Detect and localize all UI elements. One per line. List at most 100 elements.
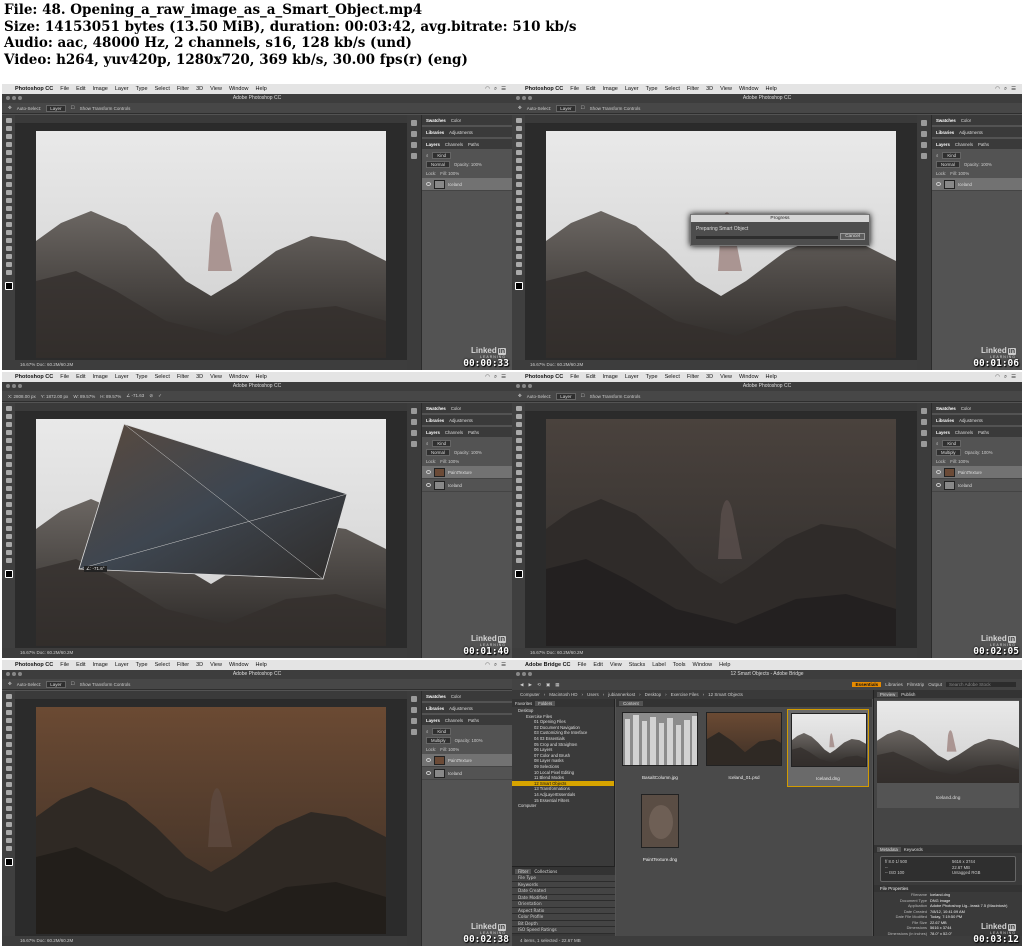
tab-publish[interactable]: Publish	[901, 692, 915, 697]
tab-filter[interactable]: Filter	[515, 868, 532, 874]
menu-select[interactable]: Select	[155, 374, 170, 380]
marquee-tool-icon[interactable]	[5, 126, 12, 131]
eraser-icon[interactable]	[515, 486, 522, 491]
menu-view[interactable]: View	[720, 86, 732, 92]
opacity-field[interactable]: Opacity: 100%	[455, 738, 483, 743]
dodge-icon[interactable]	[515, 510, 522, 515]
history-icon[interactable]	[921, 408, 927, 414]
document-canvas[interactable]	[15, 124, 407, 360]
workspace-libraries[interactable]: Libraries	[885, 682, 903, 687]
brush-icon[interactable]	[5, 462, 12, 467]
type-icon[interactable]	[5, 238, 12, 243]
menu-image[interactable]: Image	[93, 86, 108, 92]
wifi-icon[interactable]: ◠	[485, 662, 490, 669]
history-brush-icon[interactable]	[5, 190, 12, 195]
menu-layer[interactable]: Layer	[115, 86, 129, 92]
tab-swatches[interactable]: Swatches	[936, 406, 956, 411]
history-brush-icon[interactable]	[515, 478, 522, 483]
filter-item[interactable]: ISO Speed Ratings	[512, 927, 615, 934]
properties-icon[interactable]	[411, 707, 417, 713]
document-canvas[interactable]	[15, 700, 407, 936]
opacity-field[interactable]: Opacity: 100%	[965, 450, 993, 455]
breadcrumb-item[interactable]: Computer	[520, 692, 540, 697]
kind-filter[interactable]: Kind	[432, 152, 452, 159]
breadcrumb-item[interactable]: 12 Smart Objects	[708, 692, 743, 697]
menu-view[interactable]: View	[210, 374, 222, 380]
opacity-field[interactable]: Opacity: 100%	[454, 450, 482, 455]
path-select-icon[interactable]	[5, 822, 12, 827]
kind-filter[interactable]: Kind	[942, 152, 962, 159]
tab-color[interactable]: Color	[451, 694, 461, 699]
quick-select-icon[interactable]	[515, 142, 522, 147]
gradient-icon[interactable]	[515, 206, 522, 211]
search-input[interactable]: Search Adobe Stock	[946, 682, 1016, 687]
eyedropper-icon[interactable]	[5, 446, 12, 451]
cancel-button[interactable]: Cancel	[840, 233, 865, 240]
blend-mode-select[interactable]: Normal	[426, 161, 450, 168]
lasso-tool-icon[interactable]	[5, 710, 12, 715]
libraries-icon[interactable]	[921, 153, 927, 159]
menu-3d[interactable]: 3D	[196, 662, 203, 668]
menu-edit[interactable]: Edit	[586, 86, 595, 92]
layer-row[interactable]: Iceland	[932, 178, 1022, 191]
menu-edit[interactable]: Edit	[76, 662, 85, 668]
tab-paths[interactable]: Paths	[468, 718, 479, 723]
blur-icon[interactable]	[5, 214, 12, 219]
eye-icon[interactable]	[936, 470, 941, 474]
menu-edit[interactable]: Edit	[586, 374, 595, 380]
menu-bridge[interactable]: Adobe Bridge CC	[525, 662, 571, 668]
menu-filter[interactable]: Filter	[177, 86, 189, 92]
kind-filter[interactable]: Kind	[432, 440, 452, 447]
kind-filter[interactable]: Kind	[432, 728, 452, 735]
gradient-icon[interactable]	[5, 782, 12, 787]
menu-filter[interactable]: Filter	[177, 374, 189, 380]
shape-icon[interactable]	[5, 542, 12, 547]
stamp-icon[interactable]	[5, 758, 12, 763]
tab-metadata[interactable]: Metadata	[877, 846, 901, 852]
workspace-output[interactable]: Output	[928, 682, 942, 687]
blend-mode-select[interactable]: Normal	[426, 449, 450, 456]
file-properties-header[interactable]: File Properties	[874, 885, 1022, 892]
history-icon[interactable]	[411, 408, 417, 414]
path-select-icon[interactable]	[5, 534, 12, 539]
healing-icon[interactable]	[515, 454, 522, 459]
menu-photoshop[interactable]: Photoshop CC	[15, 374, 53, 380]
gradient-icon[interactable]	[5, 494, 12, 499]
spotlight-icon[interactable]: ⌕	[494, 374, 497, 381]
shape-icon[interactable]	[515, 542, 522, 547]
fill-field[interactable]: Fill: 100%	[440, 459, 459, 464]
breadcrumb-item[interactable]: Macintosh HD	[549, 692, 577, 697]
eye-icon[interactable]	[426, 182, 431, 186]
menu-file[interactable]: File	[570, 86, 579, 92]
brush-icon[interactable]	[5, 174, 12, 179]
thumbnail[interactable]: Iceland_01.psd	[703, 709, 785, 787]
menu-photoshop[interactable]: Photoshop CC	[525, 374, 563, 380]
menu-type[interactable]: Type	[136, 662, 148, 668]
commit-transform-icon[interactable]: ✓	[158, 393, 162, 399]
adjust-icon[interactable]	[411, 430, 417, 436]
zoom-icon[interactable]	[515, 270, 522, 275]
auto-select-dropdown[interactable]: Layer	[46, 680, 66, 688]
crop-tool-icon[interactable]	[515, 150, 522, 155]
eye-icon[interactable]	[426, 483, 431, 487]
type-icon[interactable]	[515, 526, 522, 531]
blur-icon[interactable]	[5, 502, 12, 507]
zoom-icon[interactable]	[515, 558, 522, 563]
menu-file[interactable]: File	[60, 374, 69, 380]
menu-select[interactable]: Select	[665, 86, 680, 92]
tab-adjustments[interactable]: Adjustments	[959, 130, 983, 135]
stamp-icon[interactable]	[515, 182, 522, 187]
menu-select[interactable]: Select	[155, 662, 170, 668]
menu-image[interactable]: Image	[603, 86, 618, 92]
opacity-field[interactable]: Opacity: 100%	[454, 162, 482, 167]
healing-icon[interactable]	[5, 454, 12, 459]
move-tool-icon[interactable]: ✥	[518, 393, 522, 399]
dodge-icon[interactable]	[5, 798, 12, 803]
menu-help[interactable]: Help	[256, 86, 267, 92]
stamp-icon[interactable]	[5, 470, 12, 475]
list-icon[interactable]: ☰	[1011, 374, 1016, 381]
tab-paths[interactable]: Paths	[468, 142, 479, 147]
path-select-icon[interactable]	[5, 246, 12, 251]
window-controls[interactable]	[516, 672, 532, 676]
tab-layers[interactable]: Layers	[936, 142, 950, 147]
